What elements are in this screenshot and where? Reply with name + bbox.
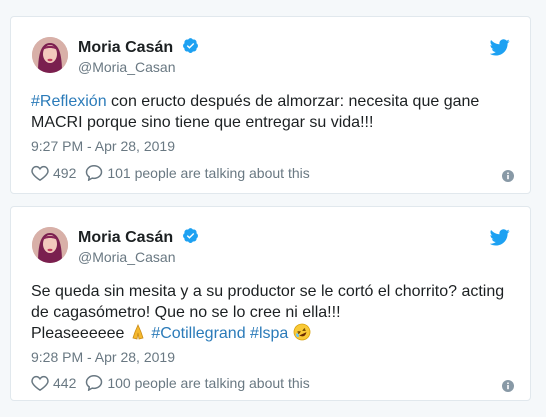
speech-bubble-icon [86, 374, 103, 391]
talking-count: 100 people are talking about this [107, 374, 310, 391]
hashtag-link[interactable]: #Cotillegrand [151, 325, 245, 342]
tweet-text: Se queda sin mesita y a su productor se … [31, 281, 516, 347]
tweet-text-part: Pleaseeeeee [31, 325, 129, 342]
avatar[interactable] [32, 227, 68, 263]
info-icon[interactable] [502, 379, 514, 397]
talking-count: 101 people are talking about this [107, 164, 310, 181]
reply-conversation-link[interactable]: 100 people are talking about this [85, 374, 310, 391]
tweet-card[interactable]: Moria Casán @Moria_Casan #Reflexión con … [10, 16, 531, 194]
like-button[interactable]: 442 [31, 375, 76, 391]
author-name[interactable]: Moria Casán [78, 227, 199, 249]
like-count: 442 [53, 374, 77, 391]
tweet-card[interactable]: Moria Casán @Moria_Casan Se queda sin me… [10, 206, 531, 401]
twitter-bird-icon[interactable] [489, 229, 510, 251]
tweet-actions: 492 101 people are talking about this [31, 164, 310, 181]
author-handle[interactable]: @Moria_Casan [78, 249, 175, 265]
tweet-text-part: con eructo después de almorzar: necesita… [106, 93, 480, 110]
author-name-text[interactable]: Moria Casán [78, 229, 173, 246]
avatar[interactable] [32, 37, 68, 73]
author-name-text[interactable]: Moria Casán [78, 39, 173, 56]
timestamp[interactable]: 9:28 PM - Apr 28, 2019 [31, 349, 175, 365]
tweet-text-part: MACRI porque sino tiene que entregar su … [31, 114, 374, 131]
reply-conversation-link[interactable]: 101 people are talking about this [85, 164, 310, 181]
tweet-actions: 442 100 people are talking about this [31, 374, 310, 391]
timestamp[interactable]: 9:27 PM - Apr 28, 2019 [31, 138, 175, 154]
tweet-text-part: de cagasómetro! Que no se lo cree ni ell… [31, 304, 341, 321]
author-name[interactable]: Moria Casán [78, 37, 199, 59]
like-count: 492 [53, 164, 77, 181]
author-handle[interactable]: @Moria_Casan [78, 59, 175, 75]
hashtag-link[interactable]: #Reflexión [31, 93, 107, 110]
rofl-emoji [293, 323, 311, 347]
info-icon[interactable] [502, 169, 514, 187]
tweet-text-part: Se queda sin mesita y a su productor se … [31, 283, 505, 300]
folded-hands-emoji [129, 323, 147, 347]
tweet-text: #Reflexión con eructo después de almorza… [31, 91, 516, 133]
like-button[interactable]: 492 [31, 165, 76, 181]
heart-icon [31, 165, 49, 181]
hashtag-link[interactable]: #lspa [250, 325, 288, 342]
heart-icon [31, 375, 49, 391]
speech-bubble-icon [86, 164, 103, 181]
verified-badge-icon [182, 227, 199, 249]
twitter-bird-icon[interactable] [489, 39, 510, 61]
verified-badge-icon [182, 37, 199, 59]
